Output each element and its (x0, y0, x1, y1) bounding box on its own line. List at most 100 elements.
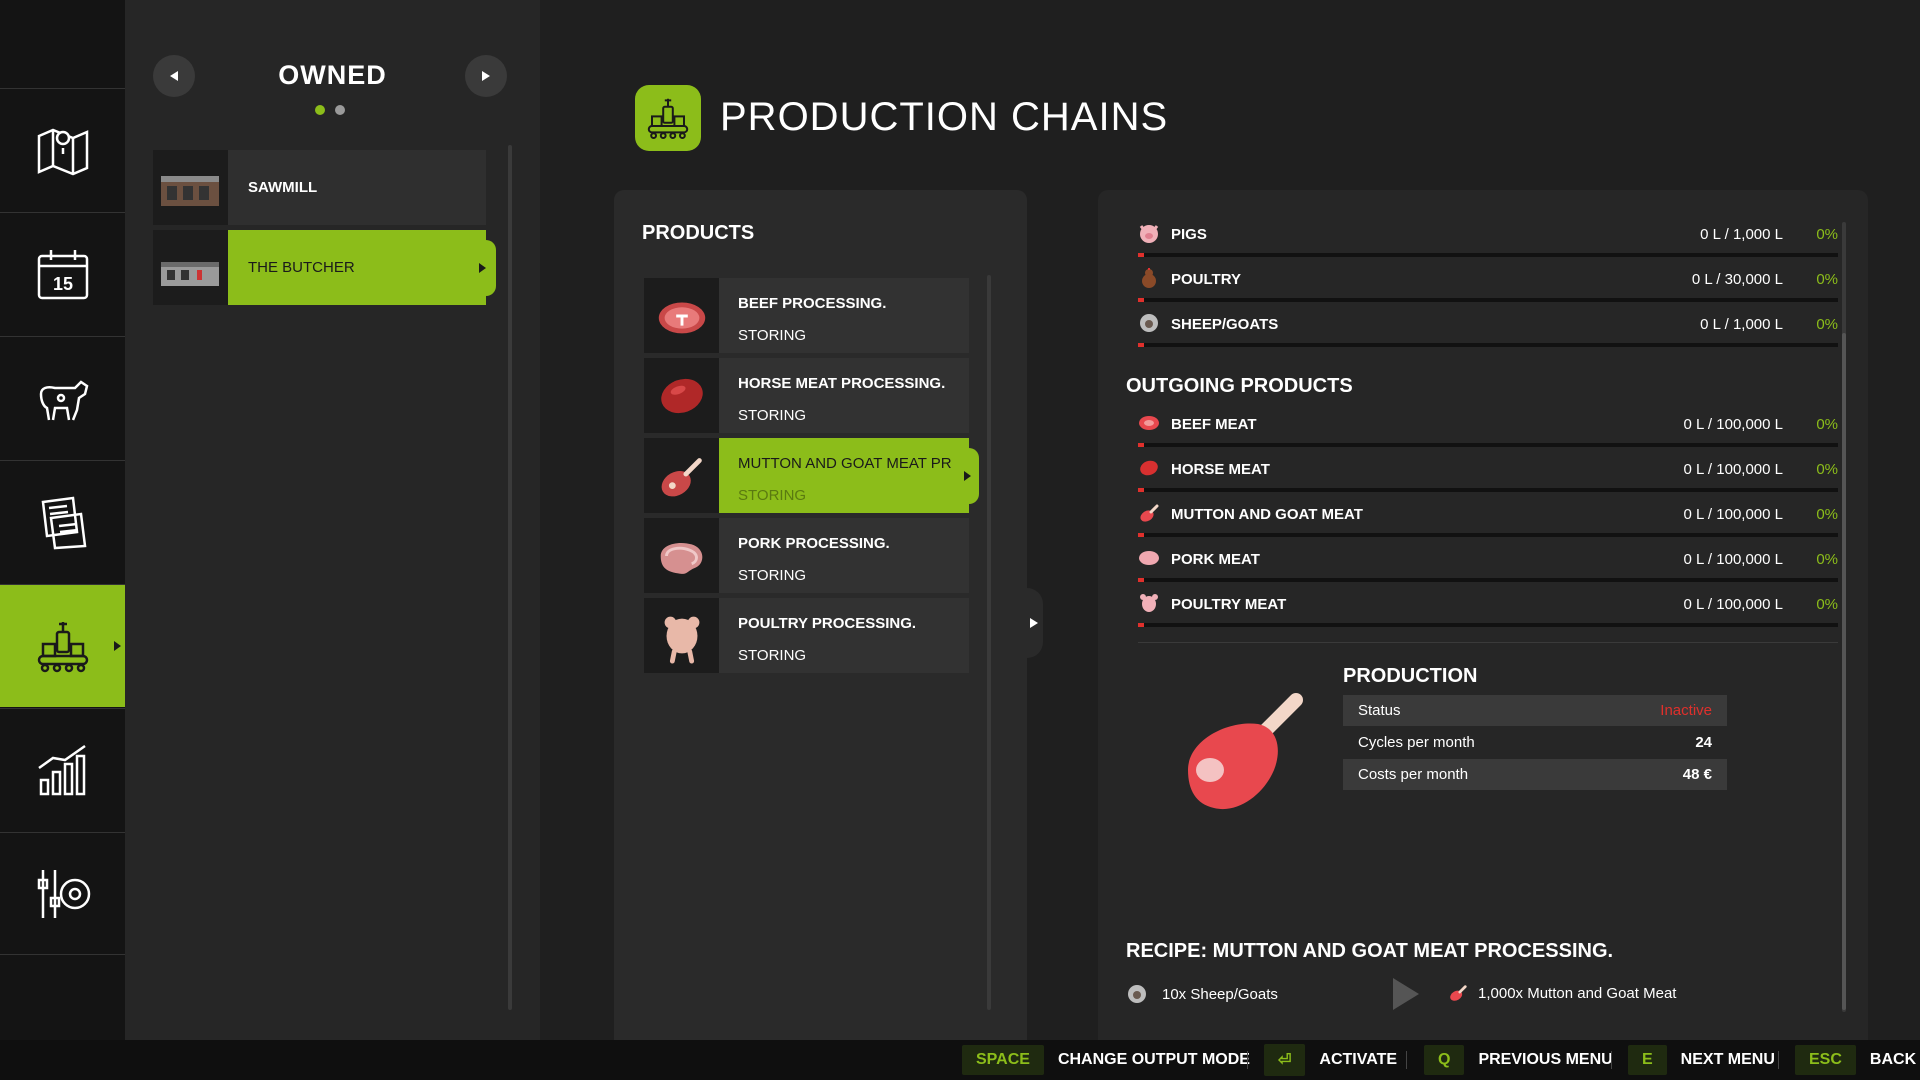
product-item-beef[interactable]: BEEF PROCESSING. STORING (644, 278, 969, 353)
product-name: PORK PROCESSING. (738, 535, 890, 552)
recipe-output-label: 1,000x Mutton and Goat Meat (1478, 984, 1677, 1002)
page-dot[interactable] (335, 105, 345, 115)
owned-scrollbar[interactable] (508, 145, 512, 1010)
products-title: PRODUCTS (642, 222, 755, 244)
output-amount: 0 L / 100,000 L (1683, 506, 1783, 523)
outgoing-products-title: OUTGOING PRODUCTS (1126, 375, 1353, 397)
nav-settings[interactable] (0, 832, 125, 955)
stat-value: 24 (1695, 734, 1712, 751)
main-content: PRODUCTION CHAINS PRODUCTS BEEF PROCESSI… (540, 0, 1920, 1040)
product-item-pork[interactable]: PORK PROCESSING. STORING (644, 518, 969, 593)
production-chains-icon (635, 85, 701, 151)
input-hints-bar: SPACE CHANGE OUTPUT MODE ⏎ ACTIVATE Q PR… (0, 1040, 1920, 1080)
fill-level-bar (1138, 443, 1838, 447)
owned-item-sawmill[interactable]: SAWMILL (153, 150, 486, 225)
stat-label: Costs per month (1358, 766, 1469, 783)
owned-item-the-butcher[interactable]: THE BUTCHER (153, 230, 496, 305)
fill-level-bar (1138, 533, 1838, 537)
settings-icon (37, 869, 90, 918)
output-percent: 0% (1816, 596, 1838, 613)
owned-panel: OWNED SAWMILL THE BUTCHER (125, 0, 540, 1040)
output-amount: 0 L / 100,000 L (1683, 551, 1783, 568)
poultry-icon (644, 598, 719, 673)
fill-level-bar (1138, 253, 1838, 257)
owned-item-label: SAWMILL (248, 179, 318, 196)
beef-icon (644, 278, 719, 353)
calendar-icon: 15 (37, 250, 88, 300)
fill-level-bar (1138, 343, 1838, 347)
enter-key-icon: ⏎ (1264, 1044, 1306, 1076)
nav-animals[interactable] (0, 336, 125, 459)
input-percent: 0% (1816, 316, 1838, 333)
output-percent: 0% (1816, 506, 1838, 523)
nav-contracts[interactable] (0, 460, 125, 583)
hint-next-menu[interactable]: E NEXT MENU (1628, 1040, 1775, 1080)
output-percent: 0% (1816, 461, 1838, 478)
svg-text:15: 15 (52, 274, 72, 294)
details-scrollbar-thumb[interactable] (1842, 333, 1846, 1010)
divider (1247, 1051, 1248, 1069)
hint-change-output-mode[interactable]: SPACE CHANGE OUTPUT MODE (962, 1040, 1250, 1080)
contracts-icon (41, 496, 86, 550)
output-row-poultry-meat: POULTRY MEAT 0 L / 100,000 L 0% (1138, 590, 1838, 635)
nav-calendar[interactable]: 15 (0, 212, 125, 335)
input-name: SHEEP/GOATS (1171, 316, 1279, 333)
product-item-poultry[interactable]: POULTRY PROCESSING. STORING (644, 598, 969, 673)
chevron-right-icon (1030, 618, 1038, 628)
mutton-meat-icon (1450, 985, 1467, 1001)
product-status: STORING (738, 647, 807, 664)
hint-previous-menu[interactable]: Q PREVIOUS MENU (1424, 1040, 1613, 1080)
chicken-icon (1142, 268, 1156, 288)
key-e: E (1628, 1045, 1667, 1075)
status-value: Inactive (1660, 702, 1712, 719)
sheep-icon (1128, 985, 1146, 1003)
stat-cycles-per-month: Cycles per month 24 (1343, 727, 1727, 758)
output-row-mutton-goat-meat: MUTTON AND GOAT MEAT 0 L / 100,000 L 0% (1138, 500, 1838, 545)
product-item-mutton[interactable]: MUTTON AND GOAT MEAT PR STORING (644, 438, 979, 513)
product-status: STORING (738, 407, 807, 424)
map-icon (37, 128, 88, 176)
page-dot-active[interactable] (315, 105, 325, 115)
poultry-meat-icon (1140, 594, 1158, 612)
stat-status: Status Inactive (1343, 695, 1727, 726)
sheep-icon (1140, 314, 1158, 332)
sawmill-thumbnail (153, 150, 228, 225)
recipe-title: RECIPE: MUTTON AND GOAT MEAT PROCESSING. (1126, 940, 1614, 962)
output-amount: 0 L / 100,000 L (1683, 416, 1783, 433)
expand-details-button[interactable] (1027, 588, 1043, 658)
product-name: MUTTON AND GOAT MEAT PR (738, 455, 952, 472)
hint-label: PREVIOUS MENU (1478, 1051, 1613, 1068)
nav-map[interactable] (0, 88, 125, 211)
output-name: BEEF MEAT (1171, 416, 1257, 433)
product-item-horse-meat[interactable]: HORSE MEAT PROCESSING. STORING (644, 358, 969, 433)
hint-back[interactable]: ESC BACK (1795, 1040, 1916, 1080)
butcher-thumbnail (153, 230, 228, 305)
mutton-icon (644, 438, 719, 513)
input-amount: 0 L / 1,000 L (1700, 316, 1783, 333)
stat-value: 48 € (1682, 766, 1712, 783)
horse-meat-icon (644, 358, 719, 433)
product-status: STORING (738, 327, 807, 344)
nav-production[interactable] (0, 584, 135, 707)
owned-next-button[interactable] (465, 55, 507, 97)
pork-icon (644, 518, 719, 593)
input-amount: 0 L / 30,000 L (1691, 271, 1783, 288)
product-status: STORING (738, 567, 807, 584)
mutton-meat-icon (1140, 504, 1159, 522)
input-row-poultry: POULTRY 0 L / 30,000 L 0% (1138, 265, 1838, 310)
key-esc: ESC (1795, 1045, 1856, 1075)
nav-statistics[interactable] (0, 708, 125, 831)
horse-meat-icon (1140, 460, 1158, 476)
pork-meat-icon (1139, 551, 1159, 565)
arrow-right-icon (1393, 978, 1419, 1010)
recipe-input: 10x Sheep/Goats (1126, 983, 1278, 1005)
active-indicator (479, 262, 486, 273)
hint-activate[interactable]: ⏎ ACTIVATE (1264, 1040, 1397, 1080)
products-scrollbar[interactable] (987, 275, 991, 1010)
output-name: POULTRY MEAT (1171, 596, 1287, 613)
input-percent: 0% (1816, 271, 1838, 288)
output-row-pork-meat: PORK MEAT 0 L / 100,000 L 0% (1138, 545, 1838, 590)
beef-meat-icon (1139, 416, 1159, 430)
product-status: STORING (738, 487, 807, 504)
output-name: PORK MEAT (1171, 551, 1260, 568)
